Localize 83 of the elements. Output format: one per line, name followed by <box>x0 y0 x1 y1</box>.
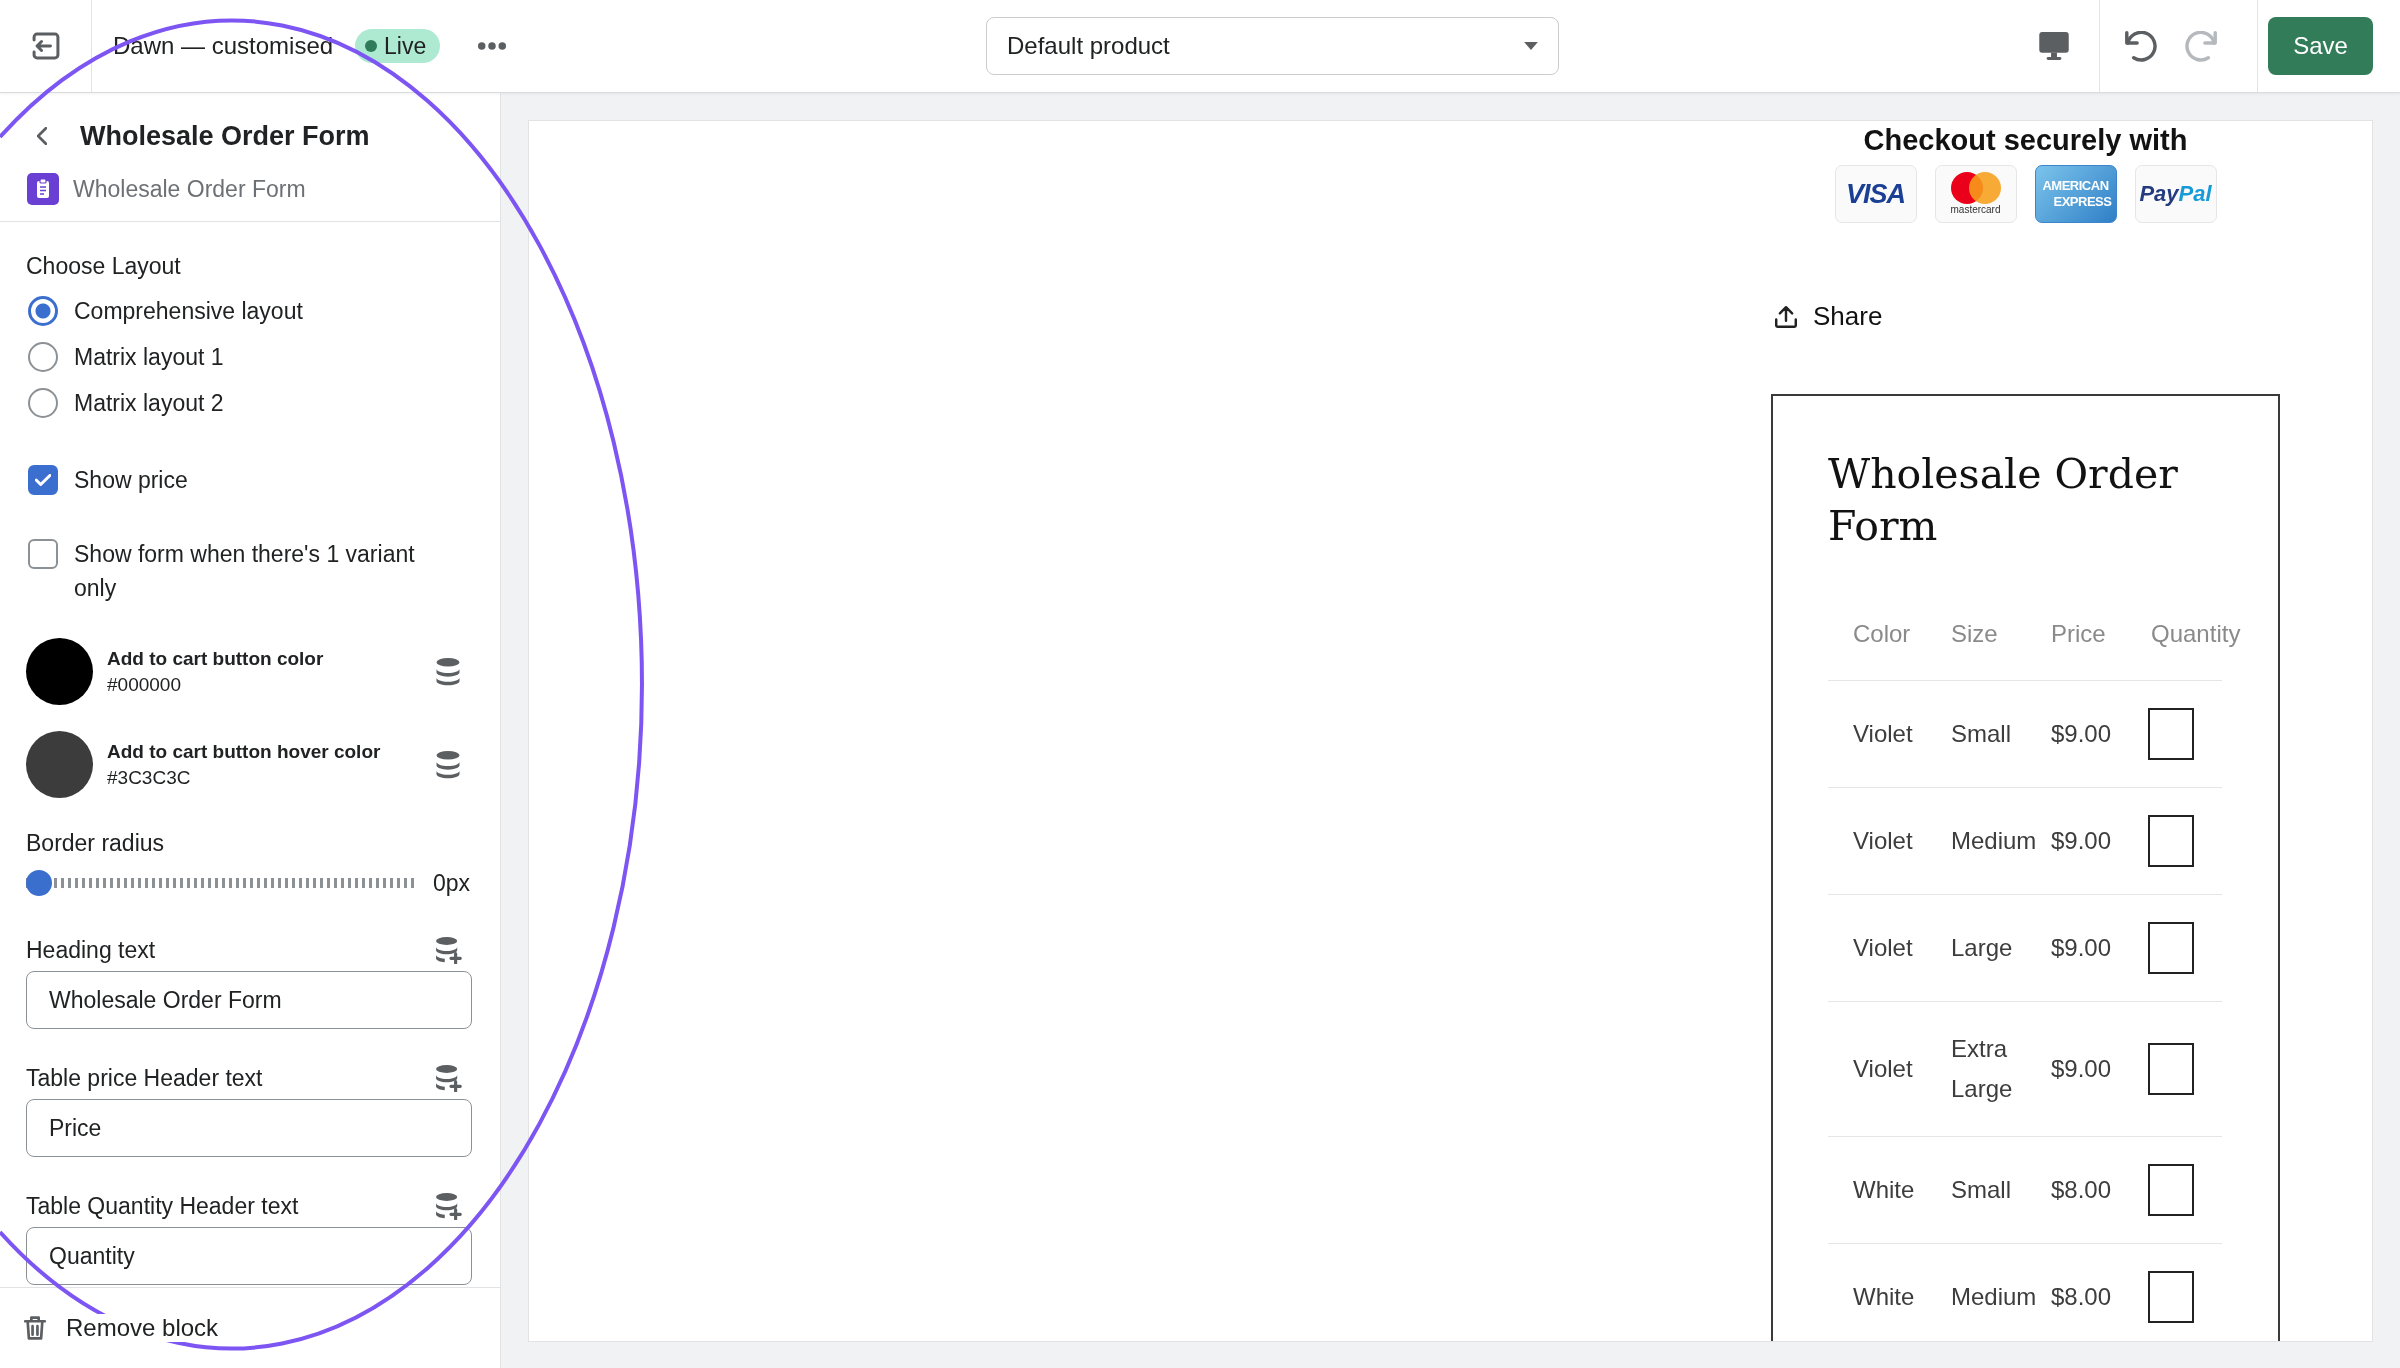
share-link[interactable]: Share <box>1813 301 1883 332</box>
trash-icon <box>24 1316 46 1340</box>
slider-value: 0px <box>433 869 471 897</box>
save-button[interactable]: Save <box>2268 17 2373 75</box>
checkmark-icon <box>35 474 51 486</box>
table-cell: Small <box>1951 1176 2011 1203</box>
option-label: Comprehensive layout <box>74 297 303 325</box>
checkbox-label: Show price <box>74 466 188 495</box>
table-cell: White <box>1853 1176 1915 1203</box>
checkout-heading: Checkout securely with <box>1863 123 2188 157</box>
table-cell: $9.00 <box>2051 934 2112 961</box>
option-label: Matrix layout 2 <box>74 389 224 417</box>
table-cell: Extra Large <box>1951 1035 2013 1102</box>
quantity-input[interactable] <box>2148 1043 2194 1095</box>
field-label: Heading text <box>26 936 156 964</box>
form-title: Wholesale Order Form <box>1828 449 2179 552</box>
quantity-input[interactable] <box>2148 1164 2194 1216</box>
table-cell: Violet <box>1853 1055 1913 1082</box>
table-cell: Large <box>1951 934 2013 961</box>
column-header: Color <box>1853 620 1911 647</box>
option-label: Matrix layout 1 <box>74 343 224 371</box>
table-cell: Small <box>1951 720 2011 747</box>
setting-label: Choose Layout <box>26 252 181 280</box>
back-icon[interactable] <box>37 127 47 145</box>
text-input[interactable]: Price <box>26 1099 472 1157</box>
undo-icon[interactable] <box>2125 30 2157 62</box>
block-name: Wholesale Order Form <box>73 175 306 203</box>
status-text: Live <box>384 33 427 59</box>
template-dropdown[interactable]: Default product <box>986 17 1559 75</box>
caret-icon <box>1524 42 1538 50</box>
table-cell: $9.00 <box>2051 827 2112 854</box>
column-header: Price <box>2051 620 2106 647</box>
radio-button[interactable] <box>28 388 58 418</box>
color-setting-label: Add to cart button color <box>107 646 324 671</box>
quantity-input[interactable] <box>2148 708 2194 760</box>
theme-name: Dawn — customised <box>113 32 334 60</box>
quantity-input[interactable] <box>2148 922 2194 974</box>
status-dot-icon <box>365 40 378 52</box>
text-input[interactable]: Quantity <box>26 1227 472 1285</box>
ellipsis-icon[interactable] <box>478 42 507 50</box>
table-cell: $9.00 <box>2051 720 2112 747</box>
table-cell: $8.00 <box>2051 1283 2112 1310</box>
table-cell: Medium <box>1951 1283 2037 1310</box>
quantity-input[interactable] <box>2148 815 2194 867</box>
table-cell: Violet <box>1853 720 1913 747</box>
logo-text: AMERICAN <box>2042 178 2109 194</box>
checkbox[interactable] <box>28 465 58 495</box>
field-label: Table Quantity Header text <box>26 1192 299 1220</box>
column-header: Size <box>1951 620 1998 647</box>
table-cell: Violet <box>1853 827 1913 854</box>
color-value: #3C3C3C <box>107 765 192 790</box>
share-icon[interactable] <box>1775 305 1797 328</box>
text-input[interactable]: Wholesale Order Form <box>26 971 472 1029</box>
database-plus-icon[interactable] <box>436 1064 462 1092</box>
color-value: #000000 <box>107 672 182 697</box>
slider-thumb[interactable] <box>26 870 52 896</box>
table-cell: $8.00 <box>2051 1176 2112 1203</box>
clipboard-icon <box>27 173 59 205</box>
overlapping-circles-icon <box>1950 172 2001 204</box>
database-plus-icon[interactable] <box>436 1192 462 1220</box>
desktop-icon[interactable] <box>2039 32 2069 60</box>
database-plus-icon[interactable] <box>436 936 462 964</box>
database-icon[interactable] <box>436 750 460 779</box>
table-cell: White <box>1853 1283 1915 1310</box>
logo-text: VISA <box>1846 178 1905 210</box>
field-label: Table price Header text <box>26 1064 263 1092</box>
checkbox-label: Show form when there's 1 variant only <box>74 540 416 603</box>
color-setting-label: Add to cart button hover color <box>107 739 381 764</box>
panel-title: Wholesale Order Form <box>80 120 370 152</box>
radio-button[interactable] <box>28 296 58 326</box>
column-header: Quantity <box>2151 620 2241 647</box>
logo-text: EXPRESS <box>2053 194 2112 210</box>
checkbox[interactable] <box>28 539 58 569</box>
logo-text: mastercard <box>1950 204 2001 216</box>
table-cell: Medium <box>1951 827 2037 854</box>
setting-label: Border radius <box>26 829 165 857</box>
exit-icon[interactable] <box>31 32 60 60</box>
table-cell: $9.00 <box>2051 1055 2112 1082</box>
logo-text: PayPal <box>2139 181 2212 207</box>
quantity-input[interactable] <box>2148 1271 2194 1323</box>
radio-button[interactable] <box>28 342 58 372</box>
database-icon[interactable] <box>436 657 460 686</box>
table-cell: Violet <box>1853 934 1913 961</box>
